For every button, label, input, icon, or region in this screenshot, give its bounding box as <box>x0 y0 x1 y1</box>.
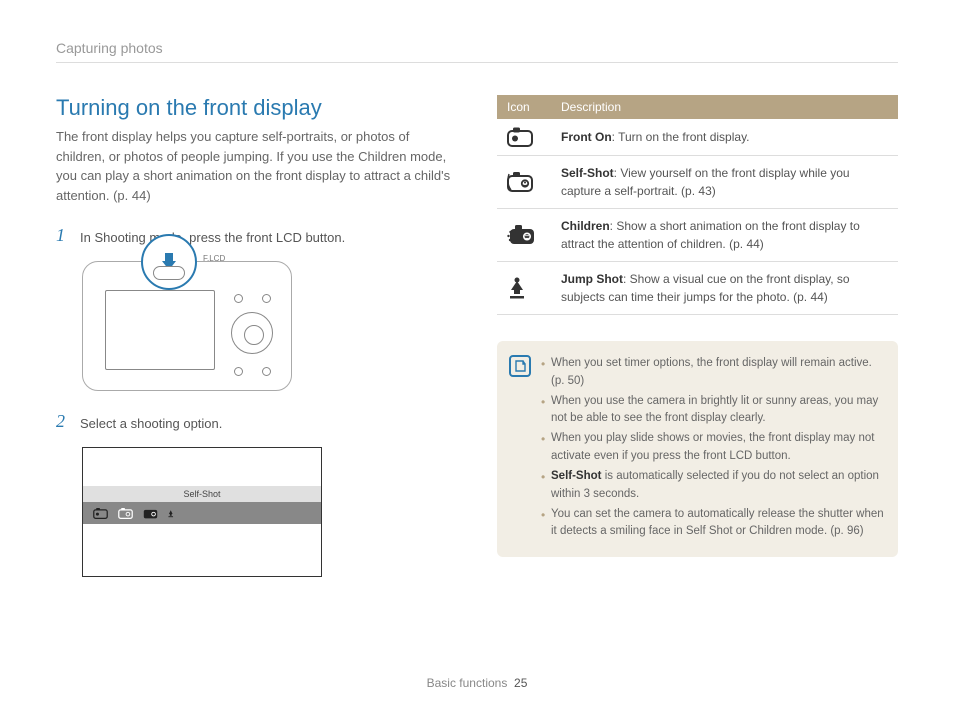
table-row: Self-Shot: View yourself on the front di… <box>497 156 898 209</box>
table-row: Jump Shot: Show a visual cue on the fron… <box>497 262 898 315</box>
left-column: Turning on the front display The front d… <box>56 95 457 577</box>
flcd-label: F.LCD <box>203 254 225 263</box>
step-text: In Shooting mode, press the front LCD bu… <box>80 225 345 247</box>
row-name: Self-Shot <box>561 166 614 180</box>
menu-illustration: Self-Shot <box>82 447 322 577</box>
children-icon <box>507 224 535 246</box>
children-icon <box>143 508 158 519</box>
self-shot-icon <box>507 171 535 193</box>
camera-screen <box>105 290 215 370</box>
footer-section: Basic functions <box>427 676 508 690</box>
note-icon <box>509 355 531 377</box>
section-header: Capturing photos <box>56 40 163 56</box>
row-name: Front On <box>561 130 612 144</box>
icon-description-table: Icon Description Front On: Turn on the f… <box>497 95 898 315</box>
table-row: Front On: Turn on the front display. <box>497 119 898 156</box>
camera-btn-small <box>234 367 243 376</box>
table-row: Children: Show a short animation on the … <box>497 209 898 262</box>
step-2: 2 Select a shooting option. <box>56 411 457 433</box>
pointer-circle <box>141 234 197 290</box>
header-rule <box>56 62 898 63</box>
front-on-icon <box>93 508 108 519</box>
note-item: When you use the camera in brightly lit … <box>541 393 884 429</box>
step-number: 1 <box>56 225 70 247</box>
camera-illustration: F.LCD <box>82 261 292 391</box>
self-shot-icon <box>118 508 133 519</box>
table-header-icon: Icon <box>497 95 551 119</box>
row-name: Children <box>561 219 610 233</box>
note-item: When you play slide shows or movies, the… <box>541 430 884 466</box>
row-name: Jump Shot <box>561 272 623 286</box>
intro-text: The front display helps you capture self… <box>56 127 457 205</box>
page-footer: Basic functions 25 <box>0 676 954 690</box>
step-1: 1 In Shooting mode, press the front LCD … <box>56 225 457 247</box>
note-item: When you set timer options, the front di… <box>541 355 884 391</box>
camera-btn-small <box>262 294 271 303</box>
footer-page: 25 <box>514 676 527 690</box>
jump-shot-icon <box>507 276 527 300</box>
camera-dpad <box>231 312 273 354</box>
row-desc: : Turn on the front display. <box>612 130 750 144</box>
note-item: You can set the camera to automatically … <box>541 506 884 542</box>
menu-selected-label: Self-Shot <box>83 486 321 502</box>
camera-btn-small <box>234 294 243 303</box>
page-title: Turning on the front display <box>56 95 457 121</box>
note-item: Self-Shot is automatically selected if y… <box>541 468 884 504</box>
notes-box: When you set timer options, the front di… <box>497 341 898 557</box>
camera-btn-small <box>262 367 271 376</box>
front-on-icon <box>507 127 533 147</box>
table-header-desc: Description <box>551 95 898 119</box>
notes-list: When you set timer options, the front di… <box>541 355 884 541</box>
flcd-button <box>153 266 185 280</box>
menu-icon-bar <box>83 502 321 524</box>
jump-shot-icon <box>168 508 179 519</box>
step-number: 2 <box>56 411 70 433</box>
step-text: Select a shooting option. <box>80 411 222 433</box>
right-column: Icon Description Front On: Turn on the f… <box>497 95 898 577</box>
